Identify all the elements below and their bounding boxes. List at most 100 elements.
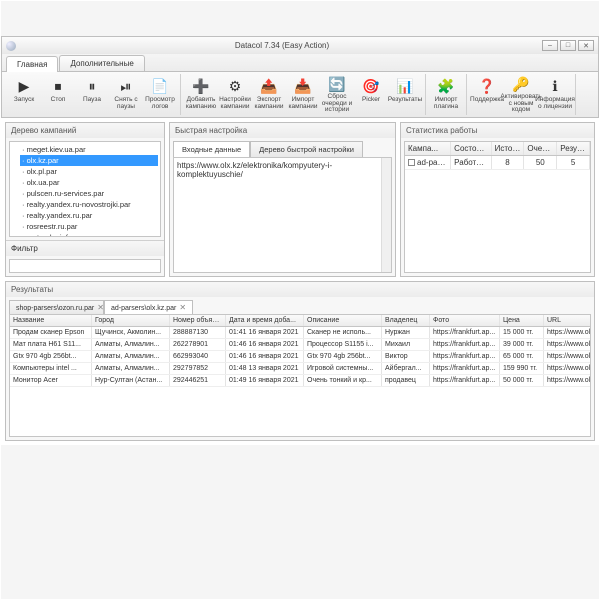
- table-cell: 01:41 16 января 2021: [226, 327, 304, 338]
- activate-button[interactable]: 🔑Активировать с новым кодом: [504, 74, 538, 115]
- checkbox-icon[interactable]: [408, 159, 415, 166]
- maximize-button[interactable]: □: [560, 40, 576, 51]
- tree-item[interactable]: · rostender.info.par: [20, 232, 158, 237]
- table-cell: https://frankfurt.ap...: [430, 327, 500, 338]
- url-textarea[interactable]: https://www.olx.kz/elektronika/kompyuter…: [173, 157, 392, 273]
- quick-tab-tree[interactable]: Дерево быстрой настройки: [250, 141, 363, 157]
- tab-extra[interactable]: Дополнительные: [59, 55, 144, 71]
- stop-button[interactable]: ⏹Cтоп: [41, 74, 75, 115]
- table-cell: Gtx 970 4gb 256bt...: [10, 351, 92, 362]
- tree-item[interactable]: · pulscen.ru-services.par: [20, 188, 158, 199]
- ribbon: ▶Запуск ⏹Cтоп ⏸Пауза ⏯Снять с паузы 📄Про…: [1, 72, 599, 118]
- results-button[interactable]: 📊Результаты: [388, 74, 422, 115]
- column-header[interactable]: Цена: [500, 315, 544, 326]
- close-tab-icon[interactable]: ✕: [97, 303, 104, 312]
- column-header[interactable]: Фото: [430, 315, 500, 326]
- quick-tab-input[interactable]: Входные данные: [173, 141, 250, 157]
- logs-button[interactable]: 📄Просмотр логов: [143, 74, 177, 115]
- campaign-tree[interactable]: · meget.kiev.ua.par· olx.kz.par· olx.pl.…: [9, 141, 161, 237]
- column-header[interactable]: Номер объявления: [170, 315, 226, 326]
- import-icon: 📥: [293, 76, 313, 96]
- results-tab[interactable]: ad-parsers\olx.kz.par✕: [104, 300, 193, 314]
- license-button[interactable]: ℹИнформация о лицензии: [538, 74, 572, 115]
- logs-icon: 📄: [150, 76, 170, 96]
- tree-item[interactable]: · olx.ua.par: [20, 177, 158, 188]
- table-cell: Очень тонкий и кр...: [304, 375, 382, 386]
- results-tab[interactable]: shop-parsers\ozon.ru.par✕: [9, 300, 104, 314]
- table-cell: https://www.olx.kz/...: [544, 327, 591, 338]
- settings-button[interactable]: ⚙Настройки кампании: [218, 74, 252, 115]
- table-icon: 📊: [395, 76, 415, 96]
- filter-label: Фильтр: [6, 240, 164, 256]
- pause-button[interactable]: ⏸Пауза: [75, 74, 109, 115]
- table-cell: Нуржан: [382, 327, 430, 338]
- reset-button[interactable]: 🔄Сброс очереди и истории: [320, 74, 354, 115]
- plugin-button[interactable]: 🧩Импорт плагина: [429, 74, 463, 115]
- tree-item[interactable]: · olx.kz.par: [20, 155, 158, 166]
- tree-item[interactable]: · realty.yandex.ru.par: [20, 210, 158, 221]
- stats-row[interactable]: ad-parsers\... Работает 8 50 5: [405, 156, 590, 170]
- table-cell: Монитор Acer: [10, 375, 92, 386]
- table-cell: Сканер не исполь...: [304, 327, 382, 338]
- tree-item[interactable]: · olx.pl.par: [20, 166, 158, 177]
- table-cell: https://www.olx.kz/...: [544, 351, 591, 362]
- minimize-button[interactable]: ­–: [542, 40, 558, 51]
- table-cell: 288887130: [170, 327, 226, 338]
- table-cell: 262278901: [170, 339, 226, 350]
- filter-input[interactable]: [9, 259, 161, 273]
- tree-title: Дерево кампаний: [6, 123, 164, 138]
- table-cell: 01:48 13 января 2021: [226, 363, 304, 374]
- table-cell: Мат плата H61 S11...: [10, 339, 92, 350]
- stop-icon: ⏹: [48, 76, 68, 96]
- window-title: Datacol 7.34 (Easy Action): [22, 41, 542, 50]
- table-cell: 50 000 тг.: [500, 375, 544, 386]
- table-cell: 39 000 тг.: [500, 339, 544, 350]
- table-cell: Алматы, Алмалин...: [92, 351, 170, 362]
- import-button[interactable]: 📥Импорт кампании: [286, 74, 320, 115]
- unpause-button[interactable]: ⏯Снять с паузы: [109, 74, 143, 115]
- column-header[interactable]: URL: [544, 315, 591, 326]
- close-button[interactable]: ✕: [578, 40, 594, 51]
- table-cell: Алматы, Алмалин...: [92, 363, 170, 374]
- results-table[interactable]: НазваниеГородНомер объявленияДата и врем…: [9, 314, 591, 437]
- unpause-icon: ⏯: [116, 76, 136, 96]
- stats-title: Статистика работы: [401, 123, 594, 138]
- table-cell: https://www.olx.kz/...: [544, 339, 591, 350]
- key-icon: 🔑: [511, 76, 531, 93]
- column-header[interactable]: Описание: [304, 315, 382, 326]
- quick-title: Быстрая настройка: [170, 123, 395, 138]
- tree-item[interactable]: · rosreestr.ru.par: [20, 221, 158, 232]
- table-row[interactable]: Продам сканер EpsonЩучинск, Акмолин...28…: [10, 327, 591, 339]
- table-row[interactable]: Gtx 970 4gb 256bt...Алматы, Алмалин...66…: [10, 351, 591, 363]
- scrollbar[interactable]: [381, 158, 391, 272]
- column-header[interactable]: Дата и время доба...: [226, 315, 304, 326]
- ribbon-tabs: Главная Дополнительные: [1, 54, 599, 72]
- plus-icon: ➕: [191, 76, 211, 96]
- column-header[interactable]: Название: [10, 315, 92, 326]
- picker-button[interactable]: 🎯Picker: [354, 74, 388, 115]
- column-header[interactable]: Город: [92, 315, 170, 326]
- table-cell: Gtx 970 4gb 256bt...: [304, 351, 382, 362]
- tab-main[interactable]: Главная: [6, 56, 58, 72]
- results-panel: Результаты shop-parsers\ozon.ru.par✕ad-p…: [5, 281, 595, 441]
- column-header[interactable]: Владелец: [382, 315, 430, 326]
- table-row[interactable]: Компьютеры intel ...Алматы, Алмалин...29…: [10, 363, 591, 375]
- table-cell: https://frankfurt.ap...: [430, 363, 500, 374]
- play-icon: ▶: [14, 76, 34, 96]
- table-row[interactable]: Монитор AcerНур-Султан (Астан...29244625…: [10, 375, 591, 387]
- tree-item[interactable]: · meget.kiev.ua.par: [20, 144, 158, 155]
- export-button[interactable]: 📤Экспорт кампании: [252, 74, 286, 115]
- tree-item[interactable]: · realty.yandex.ru-novostrojki.par: [20, 199, 158, 210]
- add-campaign-button[interactable]: ➕Добавить кампанию: [184, 74, 218, 115]
- info-icon: ℹ: [545, 76, 565, 96]
- table-cell: 662993040: [170, 351, 226, 362]
- close-tab-icon[interactable]: ✕: [179, 303, 186, 312]
- support-button[interactable]: ❓Поддержка: [470, 74, 504, 115]
- run-button[interactable]: ▶Запуск: [7, 74, 41, 115]
- table-cell: продавец: [382, 375, 430, 386]
- url-value: https://www.olx.kz/elektronika/kompyuter…: [177, 161, 332, 179]
- table-row[interactable]: Мат плата H61 S11...Алматы, Алмалин...26…: [10, 339, 591, 351]
- table-cell: 01:46 16 января 2021: [226, 351, 304, 362]
- picker-icon: 🎯: [361, 76, 381, 96]
- table-cell: https://frankfurt.ap...: [430, 375, 500, 386]
